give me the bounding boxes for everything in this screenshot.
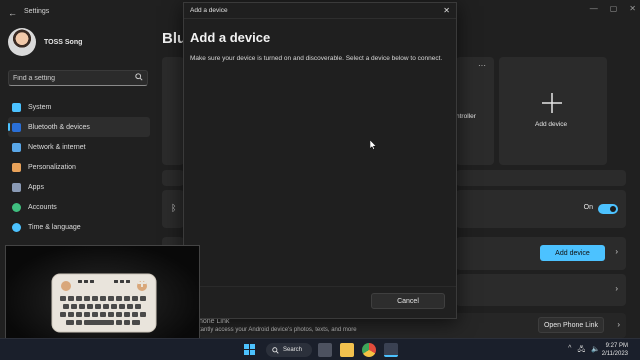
back-arrow-icon[interactable]: ← — [8, 8, 17, 18]
taskbar-search[interactable]: Search — [266, 343, 312, 357]
taskbar: Search ^ 🖧 🔈 9:27 PM 2/11/2023 — [0, 338, 640, 360]
sidebar-item-system[interactable]: System — [8, 97, 150, 117]
phone-link-title: hone Link — [199, 318, 230, 325]
bluetooth-state-label: On — [583, 204, 593, 211]
close-icon[interactable]: ✕ — [443, 6, 450, 15]
sidebar-item-label: System — [28, 103, 52, 111]
device-card-controller[interactable]: ··· ntroller — [456, 57, 494, 165]
dialog-footer: Cancel — [184, 286, 456, 318]
more-options-icon[interactable]: ··· — [478, 61, 486, 70]
sidebar-nav: System Bluetooth & devices Network & int… — [8, 97, 150, 237]
search-input[interactable] — [13, 74, 123, 82]
add-device-dialog: Add a device ✕ Add a device Make sure yo… — [183, 2, 457, 319]
devices-row-right: Add device › — [456, 237, 626, 270]
sidebar-item-time-language[interactable]: Time & language — [8, 217, 150, 237]
profile-name: TOSS Song — [44, 38, 83, 46]
row-strip — [162, 170, 184, 186]
avatar — [8, 28, 36, 56]
file-explorer-icon[interactable] — [340, 343, 354, 357]
sidebar-item-bluetooth-devices[interactable]: Bluetooth & devices — [8, 117, 150, 137]
bluetooth-icon — [12, 122, 21, 132]
sidebar-item-label: Apps — [28, 183, 44, 191]
app-title: Settings — [24, 8, 50, 15]
taskbar-search-label: Search — [283, 347, 303, 353]
settings-gear-icon[interactable] — [384, 343, 398, 357]
sidebar-item-accounts[interactable]: Accounts — [8, 197, 150, 217]
brush-icon — [12, 162, 21, 172]
user-profile[interactable]: TOSS Song — [8, 28, 82, 56]
open-phone-link-button[interactable]: Open Phone Link — [538, 317, 604, 333]
sidebar-item-label: Bluetooth & devices — [28, 123, 90, 131]
sidebar-item-label: Personalization — [28, 163, 76, 171]
dialog-titlebar: Add a device ✕ — [184, 3, 456, 19]
close-icon[interactable]: ✕ — [629, 4, 636, 13]
network-icon[interactable]: 🖧 — [577, 345, 585, 356]
search-icon[interactable] — [135, 73, 143, 83]
wifi-icon — [12, 142, 21, 152]
sidebar-item-network[interactable]: Network & internet — [8, 137, 150, 157]
bluetooth-row: ᛒ — [162, 190, 184, 228]
apps-icon — [12, 182, 21, 192]
sidebar-item-label: Accounts — [28, 203, 57, 211]
windows-start-icon[interactable] — [244, 344, 255, 355]
sidebar-item-apps[interactable]: Apps — [8, 177, 150, 197]
speaker-icon[interactable]: 🔈 — [591, 345, 600, 356]
sidebar-item-label: Network & internet — [28, 143, 86, 151]
row-strip — [456, 170, 626, 186]
phone-link-description: tantly access your Android device's phot… — [199, 327, 357, 333]
add-device-card-label: Add device — [535, 121, 568, 128]
dialog-titlebar-title: Add a device — [190, 7, 228, 14]
screen: ← Settings — ▢ ✕ TOSS Song System Blueto… — [0, 0, 640, 360]
device-name-label: ntroller — [456, 113, 476, 120]
chevron-right-icon[interactable]: › — [615, 247, 618, 256]
mouse-cursor-icon — [369, 137, 377, 155]
taskbar-clock[interactable]: 9:27 PM 2/11/2023 — [602, 342, 628, 358]
bluetooth-row-right: On — [456, 190, 626, 228]
clock-date: 2/11/2023 — [601, 351, 628, 357]
plus-icon — [540, 91, 564, 122]
next-row-right: › — [456, 274, 626, 306]
dialog-description: Make sure your device is turned on and d… — [190, 55, 443, 62]
device-card-left[interactable] — [162, 57, 184, 165]
search-icon — [272, 346, 279, 354]
maximize-icon[interactable]: ▢ — [610, 4, 618, 13]
chevron-right-icon[interactable]: › — [617, 320, 620, 329]
dialog-heading: Add a device — [190, 30, 271, 45]
sidebar-item-label: Time & language — [28, 223, 81, 231]
system-tray: ^ 🖧 🔈 — [568, 345, 600, 356]
monitor-icon — [12, 102, 21, 112]
clock-time: 9:27 PM — [605, 343, 628, 349]
add-device-button[interactable]: Add device — [540, 245, 605, 261]
person-icon — [12, 202, 21, 212]
tray-chevron-icon[interactable]: ^ — [568, 345, 571, 356]
chevron-right-icon[interactable]: › — [615, 284, 618, 293]
chrome-icon[interactable] — [362, 343, 376, 357]
bluetooth-toggle[interactable] — [598, 204, 618, 214]
sidebar-item-personalization[interactable]: Personalization — [8, 157, 150, 177]
globe-icon — [12, 222, 21, 232]
minimize-icon[interactable]: — — [590, 4, 598, 13]
add-device-card[interactable]: Add device — [499, 57, 607, 165]
find-setting-search[interactable] — [8, 70, 148, 86]
cancel-button[interactable]: Cancel — [371, 293, 445, 309]
bluetooth-icon: ᛒ — [171, 203, 177, 213]
task-view-icon[interactable] — [318, 343, 332, 357]
window-controls: — ▢ ✕ — [590, 4, 636, 13]
